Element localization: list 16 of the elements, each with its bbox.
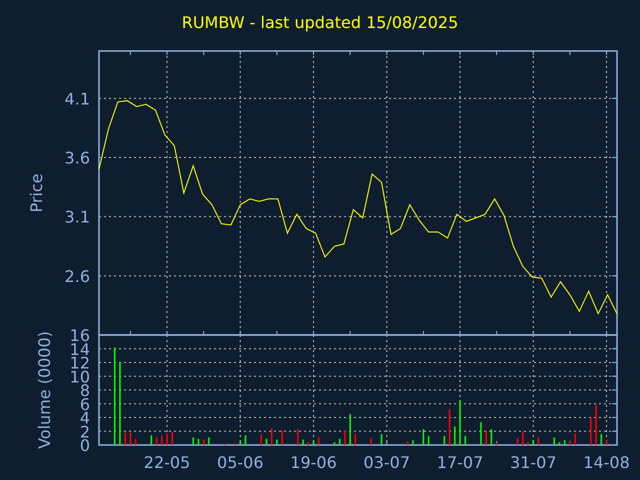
axis-label: 14-08 bbox=[583, 453, 630, 472]
axis-label: 05-06 bbox=[217, 453, 264, 472]
axis-label: 16 bbox=[70, 327, 90, 345]
axis-label: 4.1 bbox=[64, 89, 90, 108]
axis-label: 03-07 bbox=[364, 453, 410, 472]
axis-label: 3.6 bbox=[64, 148, 90, 168]
axis-label: 31-07 bbox=[510, 453, 557, 472]
axis-label: 3.1 bbox=[64, 208, 90, 227]
axis-label: 17-07 bbox=[436, 453, 484, 472]
chart-title: RUMBW - last updated 15/08/2025 bbox=[182, 12, 458, 34]
axis-label: 2.6 bbox=[64, 266, 90, 286]
axis-label: 0 bbox=[80, 436, 90, 455]
axis-label: 19-06 bbox=[290, 453, 337, 472]
axis-title: Volume (0000) bbox=[35, 331, 54, 449]
axis-label: 22-05 bbox=[144, 453, 190, 472]
axis-title: Price bbox=[27, 173, 46, 213]
